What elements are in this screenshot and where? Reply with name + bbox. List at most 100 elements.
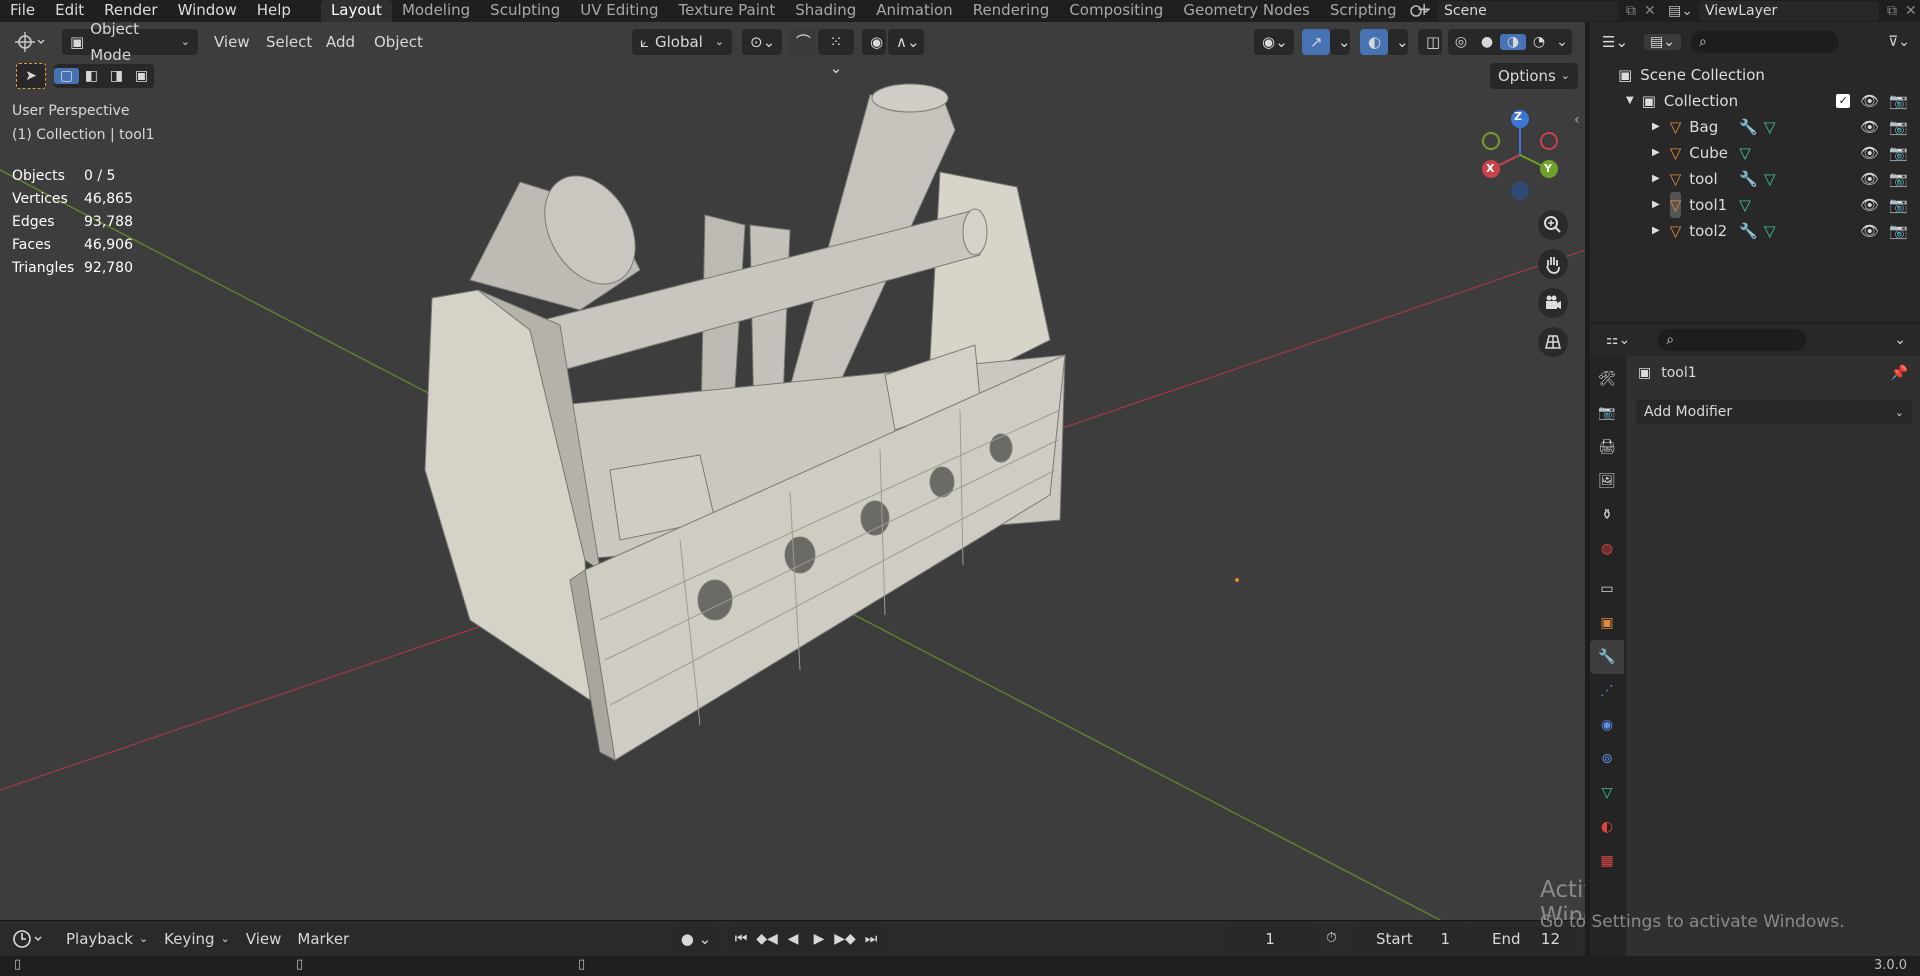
tab-animation[interactable]: Animation [866, 0, 962, 22]
select-tool-icon[interactable]: ➤ [16, 63, 46, 89]
menu-edit[interactable]: Edit [45, 0, 94, 22]
menu-marker[interactable]: Marker [289, 926, 357, 952]
proportional-edit-icon[interactable]: ◉ [862, 29, 886, 55]
tab-material-icon[interactable]: ◐ [1590, 810, 1624, 844]
next-keyframe-icon[interactable]: ▶◆ [832, 931, 858, 947]
mesh-data-icon[interactable]: ▽ [1739, 192, 1751, 218]
expand-arrow-icon[interactable]: ▶ [1652, 218, 1660, 244]
view-layer-field[interactable]: ViewLayer [1698, 1, 1879, 21]
remove-view-layer-icon[interactable]: ✕ [1905, 3, 1917, 19]
tab-rendering[interactable]: Rendering [963, 0, 1060, 22]
tab-render-icon[interactable]: 📷 [1590, 396, 1624, 430]
chevron-down-icon[interactable]: ⌄ [1330, 29, 1351, 55]
pivot-point-icon[interactable]: ⊙⌄ [742, 29, 782, 55]
rendered-shading-icon[interactable]: ◔ [1526, 34, 1552, 50]
expand-arrow-icon[interactable]: ▶ [1652, 192, 1660, 218]
filter-icon[interactable]: ⊽⌄ [1888, 34, 1910, 50]
tab-view-layer-icon[interactable]: 🖼 [1590, 464, 1624, 498]
collapse-region-icon[interactable]: ‹ [1574, 112, 1580, 128]
select-subtract-icon[interactable]: ◨ [104, 68, 129, 84]
solid-shading-icon[interactable]: ● [1474, 34, 1500, 50]
tab-modifier-icon[interactable]: 🔧 [1590, 640, 1624, 674]
tab-sculpting[interactable]: Sculpting [480, 0, 570, 22]
wrench-modifier-icon[interactable]: 🔧 [1739, 218, 1758, 244]
timeline-editor-type-icon[interactable] [12, 928, 52, 950]
gizmo-toggle-icon[interactable]: ↗ [1302, 29, 1330, 55]
xray-toggle-icon[interactable]: ◫ [1418, 29, 1442, 55]
select-extend-icon[interactable]: ◧ [79, 68, 104, 84]
tab-scene-icon[interactable]: ⚱ [1590, 498, 1624, 532]
stopwatch-icon[interactable]: ⏱ [1326, 930, 1337, 946]
mesh-data-icon[interactable]: ▽ [1764, 218, 1776, 244]
snap-toggle-icon[interactable]: ⌒ [788, 29, 816, 55]
wrench-modifier-icon[interactable]: 🔧 [1739, 166, 1758, 192]
3d-viewport[interactable]: Z X Y User Perspective (1) Collection | … [0, 22, 1585, 920]
tab-object-icon[interactable]: ▣ [1590, 606, 1624, 640]
new-view-layer-icon[interactable]: ⧉ [1887, 3, 1897, 19]
expand-arrow-icon[interactable]: ▶ [1652, 114, 1660, 140]
wrench-modifier-icon[interactable]: 🔧 [1739, 114, 1758, 140]
eye-icon[interactable]: 👁 [1860, 192, 1879, 218]
display-mode-icon[interactable]: ▤⌄ [1644, 34, 1681, 50]
snap-target-icon[interactable]: ⁙⌄ [818, 29, 854, 77]
material-preview-icon[interactable]: ◑ [1500, 34, 1526, 50]
camera-view-icon[interactable] [1537, 287, 1569, 319]
camera-icon[interactable]: 📷 [1889, 218, 1908, 244]
camera-icon[interactable]: 📷 [1889, 88, 1908, 114]
tab-particles-icon[interactable]: ⋰ [1590, 674, 1624, 708]
tab-layout[interactable]: Layout [320, 0, 392, 22]
prev-keyframe-icon[interactable]: ◆◀ [754, 931, 780, 947]
new-scene-icon[interactable]: ⧉ [1626, 3, 1636, 19]
tab-physics-icon[interactable]: ◉ [1590, 708, 1624, 742]
wireframe-shading-icon[interactable]: ◎ [1448, 34, 1474, 50]
outliner-object-row[interactable]: ▶ ▽ Cube ▽ 👁 📷 [1618, 140, 1920, 166]
zoom-icon[interactable] [1537, 209, 1569, 241]
auto-keying-record-icon[interactable]: ● ⌄ [672, 926, 720, 952]
remove-scene-icon[interactable]: ✕ [1644, 3, 1656, 19]
chevron-down-icon[interactable]: ⌄ [1552, 34, 1572, 50]
eye-icon[interactable]: 👁 [1860, 114, 1879, 140]
menu-view[interactable]: View [206, 29, 258, 55]
jump-start-icon[interactable]: ⏮ [728, 931, 754, 947]
tab-texture-paint[interactable]: Texture Paint [668, 0, 785, 22]
properties-editor-icon[interactable]: ⚏⌄ [1606, 332, 1630, 348]
mesh-data-icon[interactable]: ▽ [1739, 140, 1751, 166]
gizmo-z-label[interactable]: Z [1514, 110, 1522, 123]
menu-add[interactable]: Add [318, 29, 363, 55]
tab-uv-editing[interactable]: UV Editing [570, 0, 668, 22]
camera-icon[interactable]: 📷 [1889, 114, 1908, 140]
include-checkbox[interactable]: ✓ [1836, 94, 1851, 108]
add-modifier-dropdown[interactable]: Add Modifier ⌄ [1636, 400, 1912, 424]
eye-icon[interactable]: 👁 [1860, 218, 1879, 244]
gizmo-y-label[interactable]: Y [1544, 162, 1552, 175]
menu-playback[interactable]: Playback ⌄ [58, 926, 156, 952]
editor-type-selector[interactable] [14, 29, 48, 55]
gizmo-x-label[interactable]: X [1486, 162, 1494, 175]
camera-icon[interactable]: 📷 [1889, 140, 1908, 166]
camera-icon[interactable]: 📷 [1889, 166, 1908, 192]
expand-arrow-icon[interactable]: ▼ [1626, 88, 1634, 114]
tab-shading[interactable]: Shading [785, 0, 866, 22]
play-reverse-icon[interactable]: ◀ [780, 931, 806, 947]
select-intersect-icon[interactable]: ▣ [129, 68, 154, 84]
outliner-search-input[interactable]: ⌕ [1690, 31, 1839, 53]
chevron-down-icon[interactable]: ⌄ [1388, 29, 1409, 55]
tab-scripting[interactable]: Scripting [1320, 0, 1407, 22]
start-frame-field[interactable]: Start 1 [1352, 926, 1466, 952]
tab-constraints-icon[interactable]: ⊚ [1590, 742, 1624, 776]
pin-icon[interactable]: 📌 [1891, 365, 1908, 381]
chevron-down-icon[interactable]: ⌄ [1894, 332, 1906, 348]
menu-timeline-view[interactable]: View [238, 926, 290, 952]
scene-selector[interactable]: Scene ⧉ ✕ [1410, 0, 1656, 22]
eye-icon[interactable]: 👁 [1860, 88, 1879, 114]
tab-output-icon[interactable]: 🖨 [1590, 430, 1624, 464]
expand-arrow-icon[interactable]: ▶ [1652, 140, 1660, 166]
scene-collection-row[interactable]: ▣ Scene Collection [1618, 62, 1920, 88]
view-layer-selector[interactable]: ▤⌄ ViewLayer ⧉ ✕ [1668, 0, 1917, 22]
expand-arrow-icon[interactable]: ▶ [1652, 166, 1660, 192]
current-frame-field[interactable]: 1 [1224, 926, 1316, 952]
menu-file[interactable]: File [0, 0, 45, 22]
visibility-icon[interactable]: ◉⌄ [1254, 29, 1294, 55]
eye-icon[interactable]: 👁 [1860, 140, 1879, 166]
eye-icon[interactable]: 👁 [1860, 166, 1879, 192]
